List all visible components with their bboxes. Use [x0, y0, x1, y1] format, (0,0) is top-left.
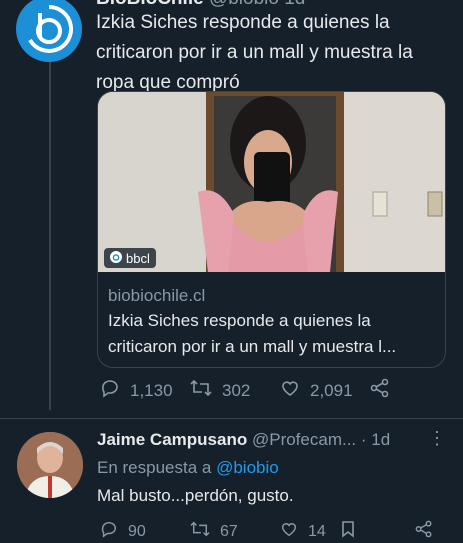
- reply-header: Jaime Campusano @Profecam... · 1d: [97, 430, 390, 450]
- tweet-actions: 1,130 302 2,091: [100, 378, 450, 406]
- reply-button[interactable]: 1,130: [100, 378, 173, 403]
- reply-author-handle[interactable]: @Profecam...: [252, 430, 356, 449]
- reply-retweet-count: 67: [220, 522, 238, 540]
- tweet-divider: [0, 418, 463, 419]
- retweet-icon: [190, 520, 210, 543]
- card-domain: biobiochile.cl: [108, 286, 206, 305]
- share-button[interactable]: [370, 378, 390, 403]
- reply-retweet-button[interactable]: 67: [190, 520, 238, 543]
- heart-icon: [280, 520, 298, 543]
- reply-time[interactable]: · 1d: [361, 430, 390, 449]
- like-count: 2,091: [310, 380, 353, 400]
- retweet-count: 302: [222, 380, 251, 400]
- jaime-avatar[interactable]: [17, 432, 83, 498]
- card-title: Izkia Siches responde a quienes la criti…: [108, 311, 397, 356]
- reply-reply-button[interactable]: 90: [100, 520, 146, 543]
- reply-icon: [100, 378, 120, 403]
- more-options-icon[interactable]: ⋮: [428, 428, 446, 449]
- reply-author-name[interactable]: Jaime Campusano: [97, 430, 247, 449]
- reply-count: 1,130: [130, 380, 173, 400]
- reply-to-prefix: En respuesta a: [97, 458, 212, 477]
- card-source-badge: bbcl: [104, 248, 156, 268]
- bookmark-icon: [340, 520, 356, 543]
- reply-text: Mal busto...perdón, gusto.: [97, 486, 294, 505]
- share-icon: [415, 520, 433, 543]
- card-image[interactable]: [98, 92, 445, 272]
- reply-share-button[interactable]: [415, 520, 433, 543]
- reply-reply-count: 90: [128, 522, 146, 540]
- card-badge-label: bbcl: [126, 250, 150, 266]
- heart-icon: [280, 378, 300, 403]
- share-icon: [370, 378, 390, 403]
- tweet-text: Izkia Siches responde a quienes la criti…: [96, 12, 413, 93]
- reply-icon: [100, 520, 118, 543]
- reply-like-count: 14: [308, 522, 326, 540]
- reply-to-line: En respuesta a @biobio: [97, 458, 279, 478]
- bbcl-logo-icon: [110, 250, 122, 266]
- reply-to-handle[interactable]: @biobio: [216, 458, 279, 477]
- link-card[interactable]: bbcl biobiochile.cl Izkia Siches respond…: [97, 91, 446, 368]
- retweet-icon: [190, 378, 212, 403]
- reply-bookmark-button[interactable]: [340, 520, 356, 543]
- retweet-button[interactable]: 302: [190, 378, 250, 403]
- biobio-logo-icon: [24, 4, 74, 54]
- biobio-avatar[interactable]: [16, 0, 82, 62]
- card-photo-illustration: [98, 92, 445, 272]
- reply-like-button[interactable]: 14: [280, 520, 326, 543]
- reply-actions: 90 67 14: [100, 520, 450, 540]
- like-button[interactable]: 2,091: [280, 378, 353, 403]
- avatar-photo: [17, 432, 83, 498]
- thread-connector-line: [49, 58, 51, 410]
